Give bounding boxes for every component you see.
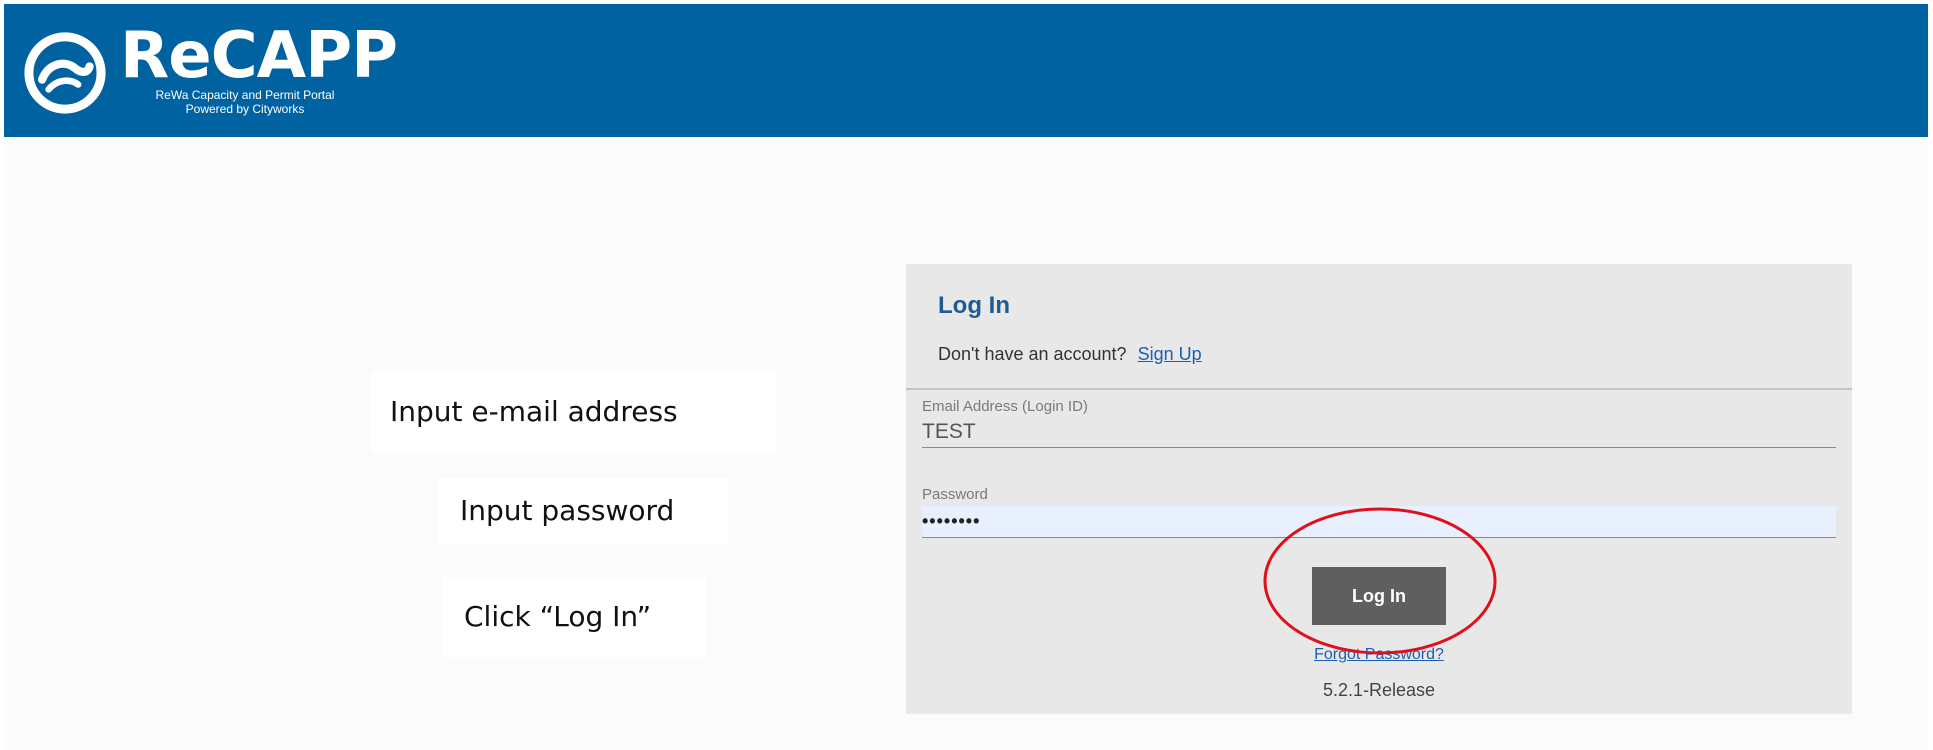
recapp-logo[interactable]: ReCAPP ReWa Capacity and Permit Portal P… [24, 19, 398, 116]
signup-row: Don't have an account? Sign Up [938, 344, 1202, 365]
instruction-email: Input e-mail address [370, 372, 776, 452]
version-label: 5.2.1-Release [1322, 680, 1436, 700]
no-account-text: Don't have an account? [938, 344, 1127, 364]
app-powered-by: Powered by Cityworks [185, 102, 305, 116]
instruction-click-text: Click “Log In” [464, 600, 652, 633]
password-field[interactable] [922, 506, 1836, 538]
instruction-password: Input password [438, 478, 728, 544]
app-name: ReCAPP [120, 19, 398, 93]
app-subtitle: ReWa Capacity and Permit Portal [155, 88, 335, 102]
signup-link[interactable]: Sign Up [1138, 344, 1202, 364]
login-button[interactable]: Log In [1312, 567, 1446, 625]
panel-divider [906, 388, 1852, 390]
email-field[interactable] [922, 416, 1836, 448]
email-label: Email Address (Login ID) [922, 398, 1088, 415]
app-header: ReCAPP ReWa Capacity and Permit Portal P… [4, 4, 1928, 137]
login-panel: Log In Don't have an account? Sign Up Em… [906, 264, 1852, 714]
login-title: Log In [938, 292, 1010, 319]
password-label: Password [922, 486, 988, 503]
instruction-click-login: Click “Log In” [442, 577, 706, 657]
instruction-email-text: Input e-mail address [390, 395, 678, 428]
instruction-password-text: Input password [460, 494, 675, 527]
forgot-password-link[interactable]: Forgot Password? [906, 646, 1852, 664]
logo-text: ReCAPP ReWa Capacity and Permit Portal P… [120, 19, 398, 116]
wave-swirl-icon [24, 32, 106, 114]
